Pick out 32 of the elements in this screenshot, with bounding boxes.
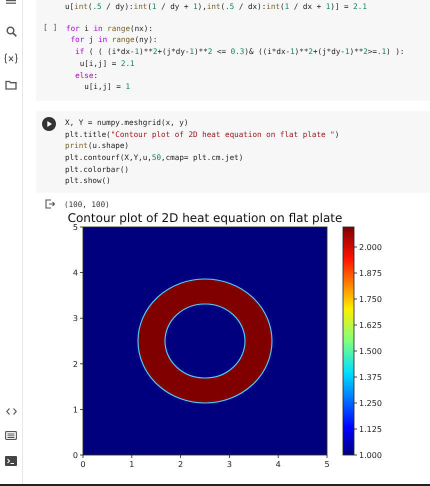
y-tick-label: 3 — [72, 314, 78, 324]
variables-icon[interactable] — [4, 53, 18, 64]
y-tick-label: 2 — [72, 360, 78, 369]
code-icon[interactable] — [6, 408, 16, 415]
search-icon[interactable] — [6, 26, 16, 37]
colorbar-tick-label: 1.750 — [359, 295, 382, 304]
y-tick-label: 0 — [72, 451, 78, 460]
menu-icon[interactable] — [6, 0, 16, 4]
folder-icon[interactable] — [5, 80, 17, 90]
x-tick-label: 3 — [226, 460, 232, 470]
x-tick-label: 5 — [324, 460, 330, 470]
colorbar-tick-label: 1.250 — [359, 399, 382, 408]
x-tick-label: 2 — [178, 460, 184, 470]
keyboard-icon[interactable] — [5, 431, 17, 440]
colorbar-tick-label: 1.000 — [359, 451, 382, 460]
x-tick-label: 4 — [276, 460, 281, 470]
y-tick-label: 4 — [72, 268, 78, 278]
colorbar-tick-label: 1.625 — [359, 321, 382, 330]
colorbar-tick-label: 1.375 — [359, 373, 382, 382]
colorbar-tick-label: 1.125 — [359, 425, 382, 434]
execution-count: [ ] — [43, 22, 58, 32]
x-tick-label: 1 — [129, 460, 134, 470]
plot-title: Contour plot of 2D heat equation on flat plate — [68, 211, 342, 226]
terminal-icon[interactable] — [5, 456, 17, 466]
colorbar-tick-label: 1.875 — [359, 269, 382, 278]
y-tick-label: 1 — [72, 406, 78, 415]
y-tick-label: 5 — [72, 223, 78, 232]
colorbar-tick-label: 2.000 — [359, 243, 382, 252]
output-icon[interactable] — [45, 199, 55, 210]
colorbar-tick-label: 1.500 — [359, 347, 382, 356]
x-tick-label: 0 — [80, 460, 86, 470]
run-button[interactable] — [42, 116, 56, 131]
